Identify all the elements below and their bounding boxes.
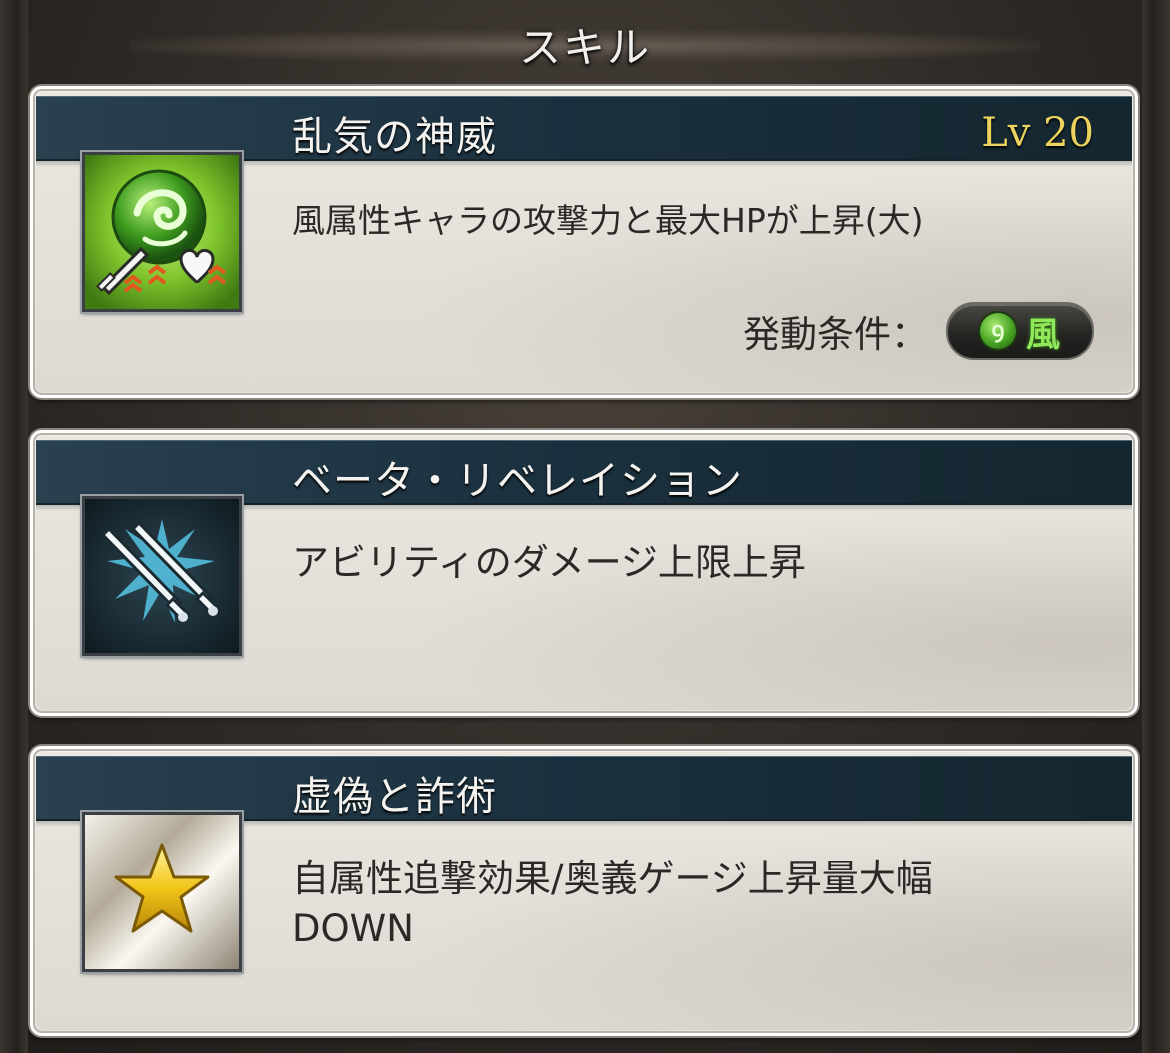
activation-condition: 発動条件： ꝯ 風: [743, 302, 1094, 360]
gold-star-icon: [82, 812, 242, 972]
element-label: 風: [1026, 314, 1060, 355]
section-title: スキル: [518, 23, 651, 72]
skill-description: 自属性追撃効果/奥義ゲージ上昇量大幅 DOWN: [292, 854, 1102, 954]
skill-description: 風属性キャラの攻撃力と最大HPが上昇(大): [292, 201, 924, 240]
skill-card[interactable]: 虚偽と詐術 自属性追撃効果/奥義ゲージ上昇量大幅 DOWN: [30, 746, 1138, 1036]
skill-level: Lv 20: [981, 110, 1094, 156]
skill-card[interactable]: 乱気の神威 Lv 20 風属性キャラの攻撃力と最大HPが上昇(大) 発動条件： …: [30, 86, 1138, 398]
wind-attack-hp-up-icon: [82, 152, 242, 312]
frame-edge-right: [1142, 0, 1170, 1053]
wind-orb-icon: ꝯ: [980, 313, 1016, 349]
skill-description-line: 自属性追撃効果/奥義ゲージ上昇量大幅: [292, 857, 933, 900]
skill-description: アビリティのダメージ上限上昇: [292, 541, 806, 584]
frame-edge-left: [0, 0, 28, 1053]
twin-swords-icon: [82, 496, 242, 656]
activation-label: 発動条件：: [743, 313, 928, 356]
skill-description-line: DOWN: [292, 907, 414, 950]
skill-card[interactable]: ベータ・リベレイション アビリティのダメージ上限上昇: [30, 430, 1138, 716]
section-header: スキル: [0, 0, 1170, 84]
skill-name: 乱気の神威: [292, 114, 497, 160]
wind-element-badge: ꝯ 風: [946, 302, 1094, 360]
skill-name: ベータ・リベレイション: [292, 458, 743, 504]
skill-name: 虚偽と詐術: [292, 774, 497, 820]
